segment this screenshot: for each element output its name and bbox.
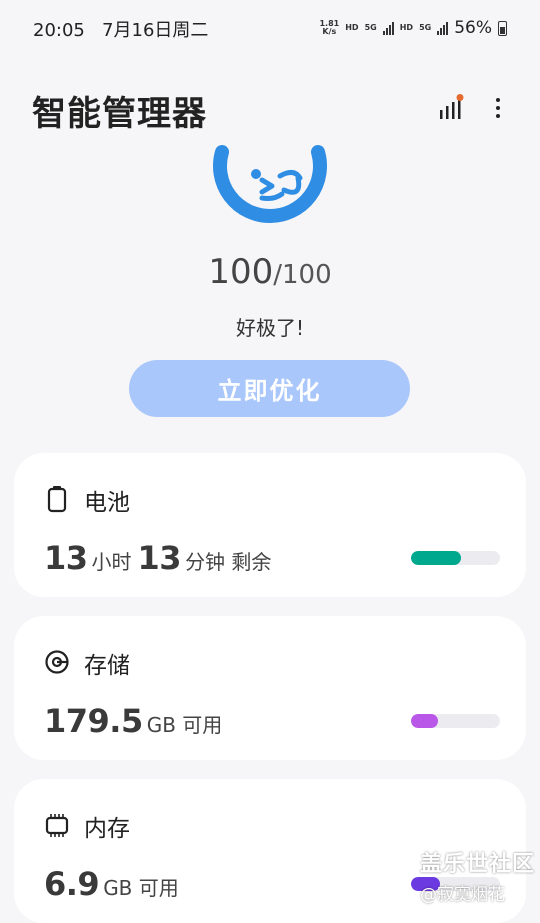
storage-disc-icon xyxy=(44,648,70,676)
battery-minutes-unit: 分钟 剩余 xyxy=(185,550,272,574)
network-speed: 1.81 K/s xyxy=(319,20,339,36)
happy-face-icon xyxy=(210,140,330,240)
score-display: 100/100 xyxy=(0,252,540,292)
status-bar: 20:05 7月16日周二 1.81 K/s HD 5G HD 5G 56% xyxy=(0,0,540,56)
score-max: /100 xyxy=(273,260,332,290)
signal-bars-icon[interactable] xyxy=(438,94,466,122)
score-status: 好极了! xyxy=(235,316,305,340)
network-type-badge: 5G xyxy=(364,23,377,32)
memory-value: 6.9 xyxy=(44,865,100,903)
battery-percent: 56% xyxy=(454,18,492,38)
battery-minutes: 13 xyxy=(137,539,182,577)
storage-progress-fill xyxy=(411,714,438,728)
network-type-badge-2: 5G xyxy=(419,23,432,32)
memory-chip-icon xyxy=(44,811,70,839)
status-time: 20:05 xyxy=(33,20,85,41)
app-header: 智能管理器 xyxy=(0,70,540,150)
memory-title: 内存 xyxy=(84,816,130,842)
watermark: 盖乐世社区 @寂寞烟花 xyxy=(420,846,535,905)
storage-value: 179.5 xyxy=(44,702,143,740)
storage-title: 存储 xyxy=(84,653,130,679)
storage-card[interactable]: 存储 179.5 GB 可用 xyxy=(14,616,526,760)
battery-progress-bar xyxy=(411,551,500,565)
watermark-line1: 盖乐世社区 xyxy=(420,852,536,877)
battery-title: 电池 xyxy=(84,490,130,516)
battery-hours-unit: 小时 xyxy=(91,550,132,574)
status-time-date: 20:05 7月16日周二 xyxy=(33,16,208,42)
battery-status-icon xyxy=(498,20,507,36)
page-title: 智能管理器 xyxy=(32,94,207,134)
battery-hours: 13 xyxy=(44,539,88,577)
memory-unit: GB 可用 xyxy=(103,876,179,900)
battery-card[interactable]: 电池 13 小时 13 分钟 剩余 xyxy=(14,453,526,597)
battery-remaining: 13 小时 13 分钟 剩余 xyxy=(44,539,277,577)
memory-available: 6.9 GB 可用 xyxy=(44,865,185,903)
signal-icon xyxy=(382,21,394,35)
battery-progress-fill xyxy=(411,551,461,565)
storage-unit: GB 可用 xyxy=(146,713,223,737)
optimize-now-button[interactable]: 立即优化 xyxy=(129,360,410,417)
battery-icon xyxy=(44,485,70,513)
storage-progress-bar xyxy=(411,714,500,728)
watermark-line2: @寂寞烟花 xyxy=(420,885,505,905)
score-value: 100 xyxy=(208,252,274,292)
status-indicators: 1.81 K/s HD 5G HD 5G 56% xyxy=(319,14,507,42)
status-date: 7月16日周二 xyxy=(102,20,209,41)
more-vertical-icon[interactable] xyxy=(484,94,512,122)
storage-available: 179.5 GB 可用 xyxy=(44,702,228,740)
hd-badge: HD xyxy=(345,23,359,32)
signal-icon-2 xyxy=(437,21,449,35)
network-speed-unit: K/s xyxy=(322,27,337,36)
hd-badge-2: HD xyxy=(399,23,414,32)
